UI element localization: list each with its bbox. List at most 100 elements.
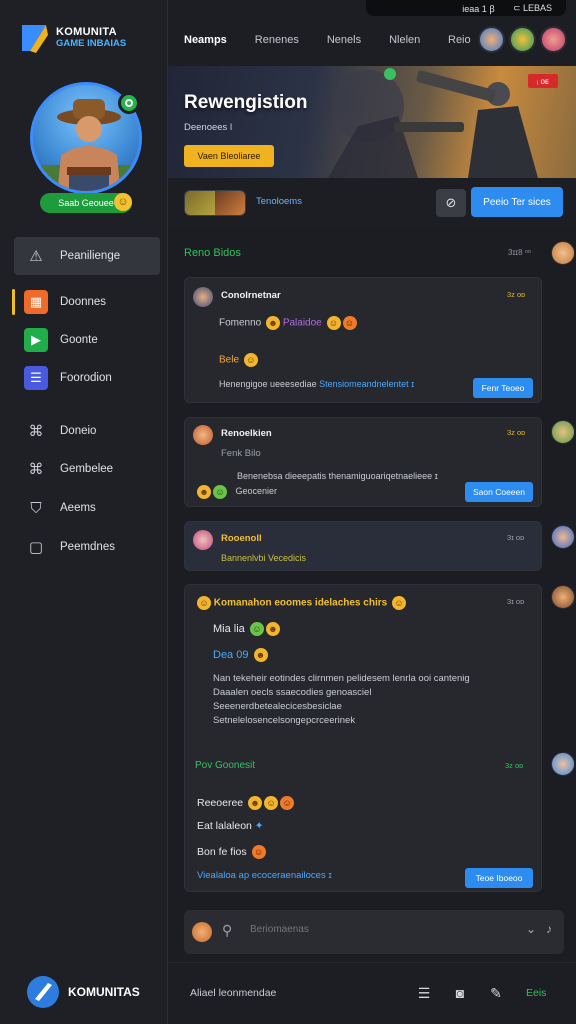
tab-3[interactable]: Nlelen <box>389 34 420 46</box>
sidebar-item-1[interactable]: ▦ Doonnes <box>14 283 160 321</box>
emoji-icon: ☺ <box>249 622 264 636</box>
sidebar-item-0[interactable]: ⚠ Peanilienge <box>14 237 160 275</box>
post-subtitle: Fenk Bilo <box>221 448 261 459</box>
discord-icon[interactable]: ◙ <box>450 983 470 1003</box>
post-action-button[interactable]: Saon Coeeen <box>465 482 533 502</box>
commenter-avatar <box>192 922 212 942</box>
post-text: Henengigoe ueeesediae <box>219 379 317 389</box>
emoji-icon: ☺ <box>391 596 406 610</box>
post-author[interactable]: Renoelkien <box>221 428 272 439</box>
side-avatar[interactable] <box>551 752 575 776</box>
chevron-down-icon[interactable]: ⌄ <box>526 922 536 936</box>
post-line: Fomenno ☻ Palaidoe ☺ ☺ <box>219 316 357 330</box>
play-icon: ▶ <box>24 328 48 352</box>
book-icon: ▢ <box>28 539 44 556</box>
gamepad-icon: ⌘ <box>28 461 44 478</box>
sidebar-item-7[interactable]: ▢ Peemdnes <box>14 528 160 566</box>
sidebar-item-5[interactable]: ⌘ Gembelee <box>14 450 160 488</box>
tab-0[interactable]: Neamps <box>184 34 227 46</box>
post-paragraph: Daaalen oecls ssaecodies genoasciel <box>213 687 372 698</box>
friend-avatar[interactable] <box>540 26 567 53</box>
post-link[interactable]: Viealaloa ap ecoceraenailoces ɪ <box>197 870 332 881</box>
post-author[interactable]: Rooenoll <box>221 533 262 544</box>
post-title: Komanahon eoomes idelaches chirs <box>213 597 388 609</box>
sidebar-item-label: Peanilienge <box>60 250 121 262</box>
logo-icon <box>20 21 50 55</box>
sidebar-item-label: Goonte <box>60 334 98 346</box>
post-text: Bon fe fios <box>197 845 247 858</box>
tab-1[interactable]: Renenes <box>255 34 299 46</box>
footer-brand-name: KOMUNITAS <box>68 985 140 999</box>
sidebar-item-3[interactable]: ☰ Foorodion <box>14 359 160 397</box>
top-right-link[interactable]: Reio <box>448 34 471 46</box>
post-card[interactable]: Rooenoll 3ɪ ᴏᴅ Bannenlvbi Vecedicis <box>184 521 542 571</box>
side-avatar[interactable] <box>551 420 575 444</box>
sidebar-item-4[interactable]: ⌘ Doneio <box>14 412 160 450</box>
gamepad-icon: ⌘ <box>28 423 44 440</box>
system-status-right: ⊂ LEBAS <box>512 2 552 13</box>
post-section-title: Pov Goonesit <box>195 760 256 771</box>
post-avatar[interactable] <box>193 287 213 307</box>
post-card[interactable]: ☺ Komanahon eoomes idelaches chirs ☺ 3ɪ … <box>184 584 542 892</box>
post-section-time: 3ᴢ ᴏᴅ <box>505 761 524 770</box>
post-title-line: ☺ Komanahon eoomes idelaches chirs ☺ <box>195 596 406 610</box>
post-link[interactable]: Stensiomeandnelentet ɪ <box>319 379 414 389</box>
post-paragraph: Seeenerdbetealecicesbesiclae <box>213 701 342 712</box>
emoji-icon: ☺ <box>243 353 258 367</box>
emoji-icon: ☻ <box>248 796 263 810</box>
emoji-icon: ☺ <box>213 485 227 499</box>
post-tag[interactable]: Palaidoe <box>283 318 322 329</box>
side-avatar[interactable] <box>551 585 575 609</box>
media-thumbnails[interactable] <box>184 190 246 216</box>
post-paragraph: Setnelelosencelsongepcrceerinek <box>213 715 356 726</box>
sidebar-item-2[interactable]: ▶ Goonte <box>14 321 160 359</box>
system-status-bar: ieaa 1 ꞵ ⊂ LEBAS <box>366 0 566 16</box>
friend-avatar[interactable] <box>478 26 505 53</box>
post-time: 3ɪ ᴏᴅ <box>507 597 525 606</box>
side-avatar[interactable] <box>551 525 575 549</box>
brand-logo[interactable]: KOMUNITA GAME INBAIAS <box>20 18 160 58</box>
post-action-button[interactable]: Teoe Iboeoo <box>465 868 533 888</box>
warning-icon: ⚠ <box>29 248 43 265</box>
post-text: Reeoeree <box>197 796 244 809</box>
post-time: 3ɪ ᴏᴅ <box>507 533 525 542</box>
tab-2[interactable]: Nenels <box>327 34 361 46</box>
comment-input[interactable] <box>250 924 500 935</box>
sidebar-item-label: Gembelee <box>60 463 114 475</box>
post-action-button[interactable]: Fenr Teoeo <box>473 378 533 398</box>
feather-icon[interactable]: ✎ <box>486 983 506 1003</box>
bottom-bar-label[interactable]: Aliael leonmendae <box>190 987 276 999</box>
side-avatar[interactable] <box>551 241 575 265</box>
banner-cta-button[interactable]: Vaen Bleoliaree <box>184 145 274 167</box>
emoji-icon: ☺ <box>342 316 357 330</box>
list-icon: ☰ <box>24 366 48 390</box>
post-author[interactable]: Conolrnetnar <box>221 290 281 301</box>
hero-banner[interactable]: Rewengistion Deenoees l Vaen Bleoliaree … <box>168 66 576 178</box>
comment-box: ⚲ ⌄ ♪ <box>184 910 564 954</box>
sidebar-item-6[interactable]: ⛉ Aeems <box>14 489 160 527</box>
status-emoji-icon: ☺ <box>114 193 132 211</box>
action-label[interactable]: Tenoloems <box>256 196 302 207</box>
link-icon[interactable]: ⊘ <box>436 189 466 217</box>
post-avatar[interactable] <box>193 425 213 445</box>
online-friends <box>478 26 567 53</box>
post-avatar[interactable] <box>193 530 213 550</box>
sidebar-item-label: Aeems <box>60 502 96 514</box>
bottom-bar-green-link[interactable]: Eeis <box>526 987 546 999</box>
search-icon[interactable]: ⚲ <box>222 922 232 939</box>
mic-icon[interactable]: ♪ <box>546 922 552 936</box>
post-paragraph: Nan tekeheir eotindes clirnmen pelidesem… <box>213 673 470 684</box>
emoji-icon: ☻ <box>266 316 281 330</box>
post-card[interactable]: Conolrnetnar 3ᴢ ᴏᴅ Fomenno ☻ Palaidoe ☺ ☺… <box>184 277 542 403</box>
feed-title: Reno Bidos <box>184 247 241 259</box>
sidebar-item-label: Foorodion <box>60 372 112 384</box>
inbox-icon[interactable]: ☰ <box>414 983 434 1003</box>
emoji-icon: ☻ <box>265 622 280 636</box>
sidebar-footer-brand[interactable]: KOMUNITAS <box>26 972 140 1012</box>
primary-action-button[interactable]: Peeio Ter sices <box>471 187 563 217</box>
post-text: Bele <box>219 354 240 366</box>
post-text: Benenebsa dieeepatis thenamiguoariqetnae… <box>237 471 438 481</box>
sidebar-item-label: Doonnes <box>60 296 107 308</box>
friend-avatar[interactable] <box>509 26 536 53</box>
post-card[interactable]: Renoelkien 3ᴢ ᴏᴅ Fenk Bilo Benenebsa die… <box>184 417 542 507</box>
